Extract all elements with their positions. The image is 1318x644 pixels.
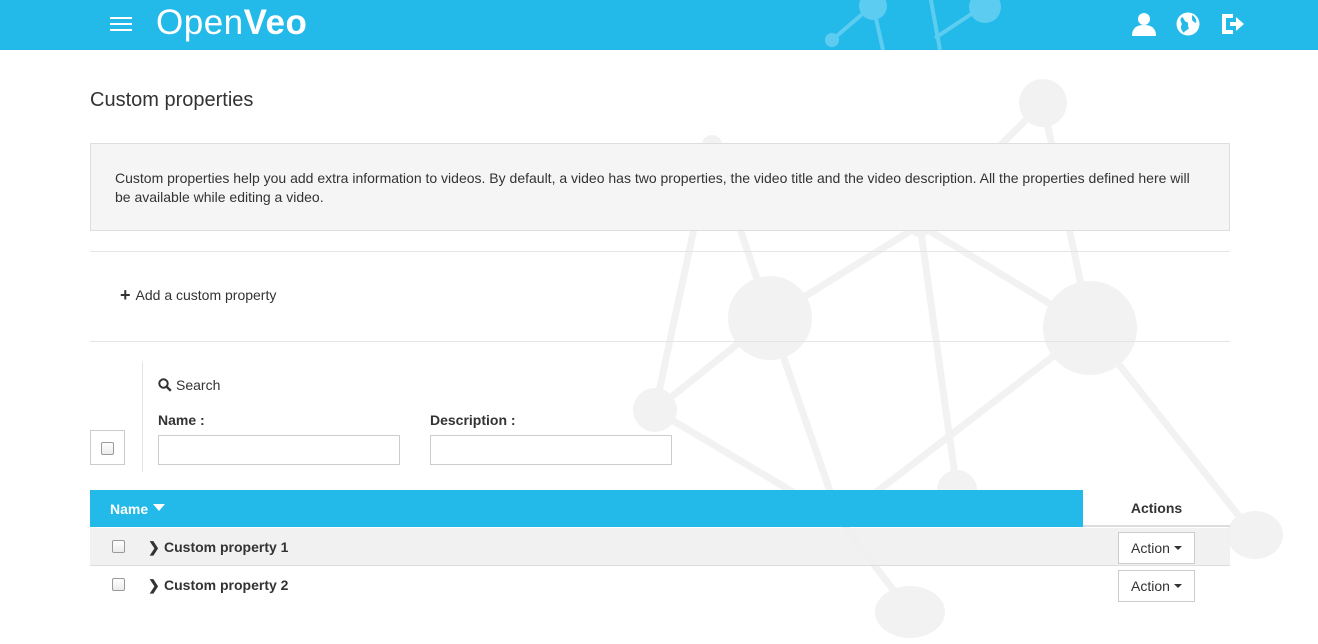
divider [90,251,1230,252]
description-filter-label: Description : [430,412,516,428]
row-name: Custom property 1 [164,539,289,555]
add-custom-property-label: Add a custom property [135,287,277,303]
globe-icon[interactable] [1174,10,1202,38]
divider [90,341,1230,342]
select-all-checkbox[interactable] [101,442,114,455]
top-header: OpenVeo [0,0,1318,50]
name-column-label: Name [110,500,149,517]
search-label: Search [176,377,221,393]
row-checkbox[interactable] [112,540,125,553]
caret-down-icon [1173,546,1182,550]
app-logo[interactable]: OpenVeo [156,3,307,43]
select-all-wrapper [90,430,125,465]
logo-text-light: Open [156,3,244,42]
chevron-right-icon[interactable]: ❯ [148,539,160,556]
action-label: Action [1131,578,1170,594]
name-filter-input[interactable] [158,435,400,465]
plus-icon: + [120,285,131,305]
logout-icon[interactable] [1218,10,1246,38]
chevron-right-icon[interactable]: ❯ [148,577,160,594]
table-row[interactable]: ❯ Custom property 2 Action [90,566,1230,604]
caret-down-icon [1173,584,1182,588]
search-heading: Search [158,377,220,393]
info-text: Custom properties help you add extra inf… [115,170,1190,205]
row-action-dropdown[interactable]: Action [1118,532,1195,564]
action-label: Action [1131,540,1170,556]
logo-text-bold: Veo [243,3,308,42]
name-column-header[interactable]: Name [90,490,1083,527]
name-filter-label: Name : [158,412,205,428]
menu-hamburger-icon[interactable] [108,13,134,35]
add-custom-property-button[interactable]: + Add a custom property [120,285,277,305]
table-row[interactable]: ❯ Custom property 1 Action [90,528,1230,566]
info-box: Custom properties help you add extra inf… [90,143,1230,231]
row-name: Custom property 2 [164,577,289,593]
actions-column-header: Actions [1083,490,1230,527]
row-action-dropdown[interactable]: Action [1118,570,1195,602]
description-filter-input[interactable] [430,435,672,465]
user-icon[interactable] [1130,10,1158,38]
vertical-divider [142,362,143,472]
search-icon [158,378,172,392]
sort-caret-down-icon [153,504,166,511]
row-checkbox[interactable] [112,578,125,591]
page-title: Custom properties [90,89,254,111]
